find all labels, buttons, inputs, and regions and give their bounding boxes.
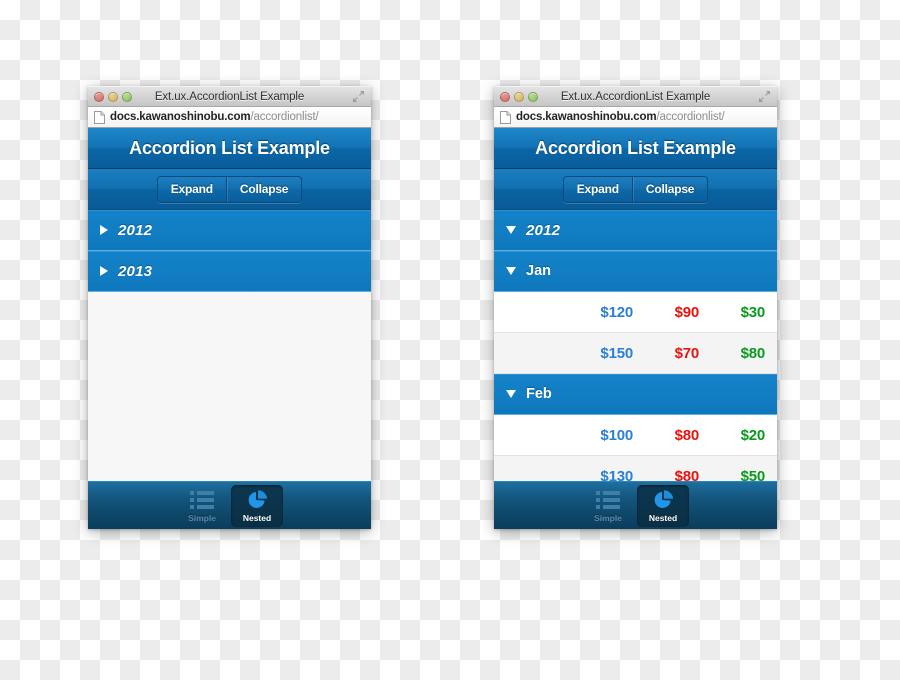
accordion-group-header-2013[interactable]: 2013 [88,251,371,292]
url-path: /accordionlist/ [250,111,319,123]
address-bar[interactable]: docs.kawanoshinobu.com/accordionlist/ [88,107,371,128]
tab-nested[interactable]: Nested [637,484,689,527]
accordion-group-header-2012[interactable]: 2012 [88,210,371,251]
chevron-down-icon [506,226,516,234]
page-icon [500,110,511,124]
page-icon [94,110,105,124]
accordion-group-label: 2013 [118,262,153,280]
window-titlebar[interactable]: Ext.ux.AccordionList Example [494,86,777,107]
accordion-group-label: Feb [526,386,552,402]
tab-simple[interactable]: Simple [176,485,228,527]
app-viewport: Accordion List Example Expand Collapse 2012… [494,128,777,529]
row-value-balance: $50 [740,467,766,482]
row-value-budget: $130 [600,467,633,482]
minimize-button[interactable] [108,91,118,102]
accordion-group-label: Jan [526,263,551,279]
tab-simple[interactable]: Simple [582,485,634,527]
address-bar[interactable]: docs.kawanoshinobu.com/accordionlist/ [494,107,777,128]
collapse-button[interactable]: Collapse [225,176,302,202]
app-toolbar: Expand Collapse [88,169,371,210]
app-header: Accordion List Example [494,128,777,169]
accordion-group-header-feb[interactable]: Feb [494,374,777,415]
window-titlebar[interactable]: Ext.ux.AccordionList Example [88,86,371,107]
tab-nested[interactable]: Nested [231,484,283,527]
accordion-group-header-jan[interactable]: Jan [494,251,777,292]
zoom-button[interactable] [122,91,132,102]
expand-collapse-segmented-group: Expand Collapse [562,175,709,203]
accordion-group-label: 2012 [526,221,561,239]
pie-chart-icon [651,489,675,511]
app-header: Accordion List Example [88,128,371,169]
row-value-balance: $30 [740,303,766,321]
row-value-balance: $80 [740,344,766,362]
zoom-button[interactable] [528,91,538,102]
address-bar-url: docs.kawanoshinobu.com/accordionlist/ [516,111,725,123]
accordion-list-inner: 2012 2013 [88,210,371,481]
chevron-right-icon [100,225,108,235]
list-icon [190,489,214,511]
chevron-right-icon [100,266,108,276]
bottom-tab-bar: Simple Nested [88,481,371,529]
page-title: Accordion List Example [129,137,330,158]
chevron-down-icon [506,390,516,398]
row-value-budget: $150 [600,344,633,362]
app-viewport: Accordion List Example Expand Collapse 2012… [88,128,371,529]
accordion-group-label: 2012 [118,221,153,239]
table-row[interactable]: $120 $90 $30 [494,292,777,333]
minimize-button[interactable] [514,91,524,102]
table-row[interactable]: $130 $80 $50 [494,456,777,481]
browser-window-left: Ext.ux.AccordionList Example docs.kawanos… [88,86,371,529]
table-row[interactable]: $100 $80 $20 [494,415,777,456]
tab-label: Simple [188,512,216,523]
list-empty-area [88,292,371,481]
collapse-button[interactable]: Collapse [631,176,708,202]
row-value-budget: $120 [600,303,633,321]
window-traffic-lights [500,91,538,102]
row-value-balance: $20 [740,426,766,444]
pie-chart-icon [245,489,269,511]
fullscreen-icon[interactable] [758,90,771,103]
page-title: Accordion List Example [535,137,736,158]
expand-button[interactable]: Expand [157,176,226,202]
browser-window-right: Ext.ux.AccordionList Example docs.kawanos… [494,86,777,529]
app-toolbar: Expand Collapse [494,169,777,210]
list-icon [596,489,620,511]
bottom-tab-bar: Simple Nested [494,481,777,529]
tab-label: Simple [594,512,622,523]
close-button[interactable] [500,91,510,102]
url-domain: docs.kawanoshinobu.com [516,111,657,123]
table-row[interactable]: $150 $70 $80 [494,333,777,374]
row-value-expense: $80 [674,426,700,444]
expand-button[interactable]: Expand [563,176,632,202]
url-domain: docs.kawanoshinobu.com [110,111,251,123]
close-button[interactable] [94,91,104,102]
accordion-list[interactable]: 2012 Jan $120 $90 $30 $150 $70 $80 Feb $100 $80 $20… [494,210,777,481]
expand-collapse-segmented-group: Expand Collapse [156,175,303,203]
tab-label: Nested [242,512,272,523]
address-bar-url: docs.kawanoshinobu.com/accordionlist/ [110,111,319,123]
accordion-list[interactable]: 2012 2013 [88,210,371,481]
fullscreen-icon[interactable] [352,90,365,103]
url-path: /accordionlist/ [656,111,725,123]
accordion-group-header-2012[interactable]: 2012 [494,210,777,251]
row-value-budget: $100 [600,426,633,444]
row-value-expense: $70 [674,344,700,362]
window-traffic-lights [94,91,132,102]
chevron-down-icon [506,267,516,275]
row-value-expense: $90 [674,303,700,321]
accordion-list-inner: 2012 Jan $120 $90 $30 $150 $70 $80 Feb $100 $80 $20… [494,210,777,481]
tab-label: Nested [648,512,678,523]
row-value-expense: $80 [674,467,700,482]
